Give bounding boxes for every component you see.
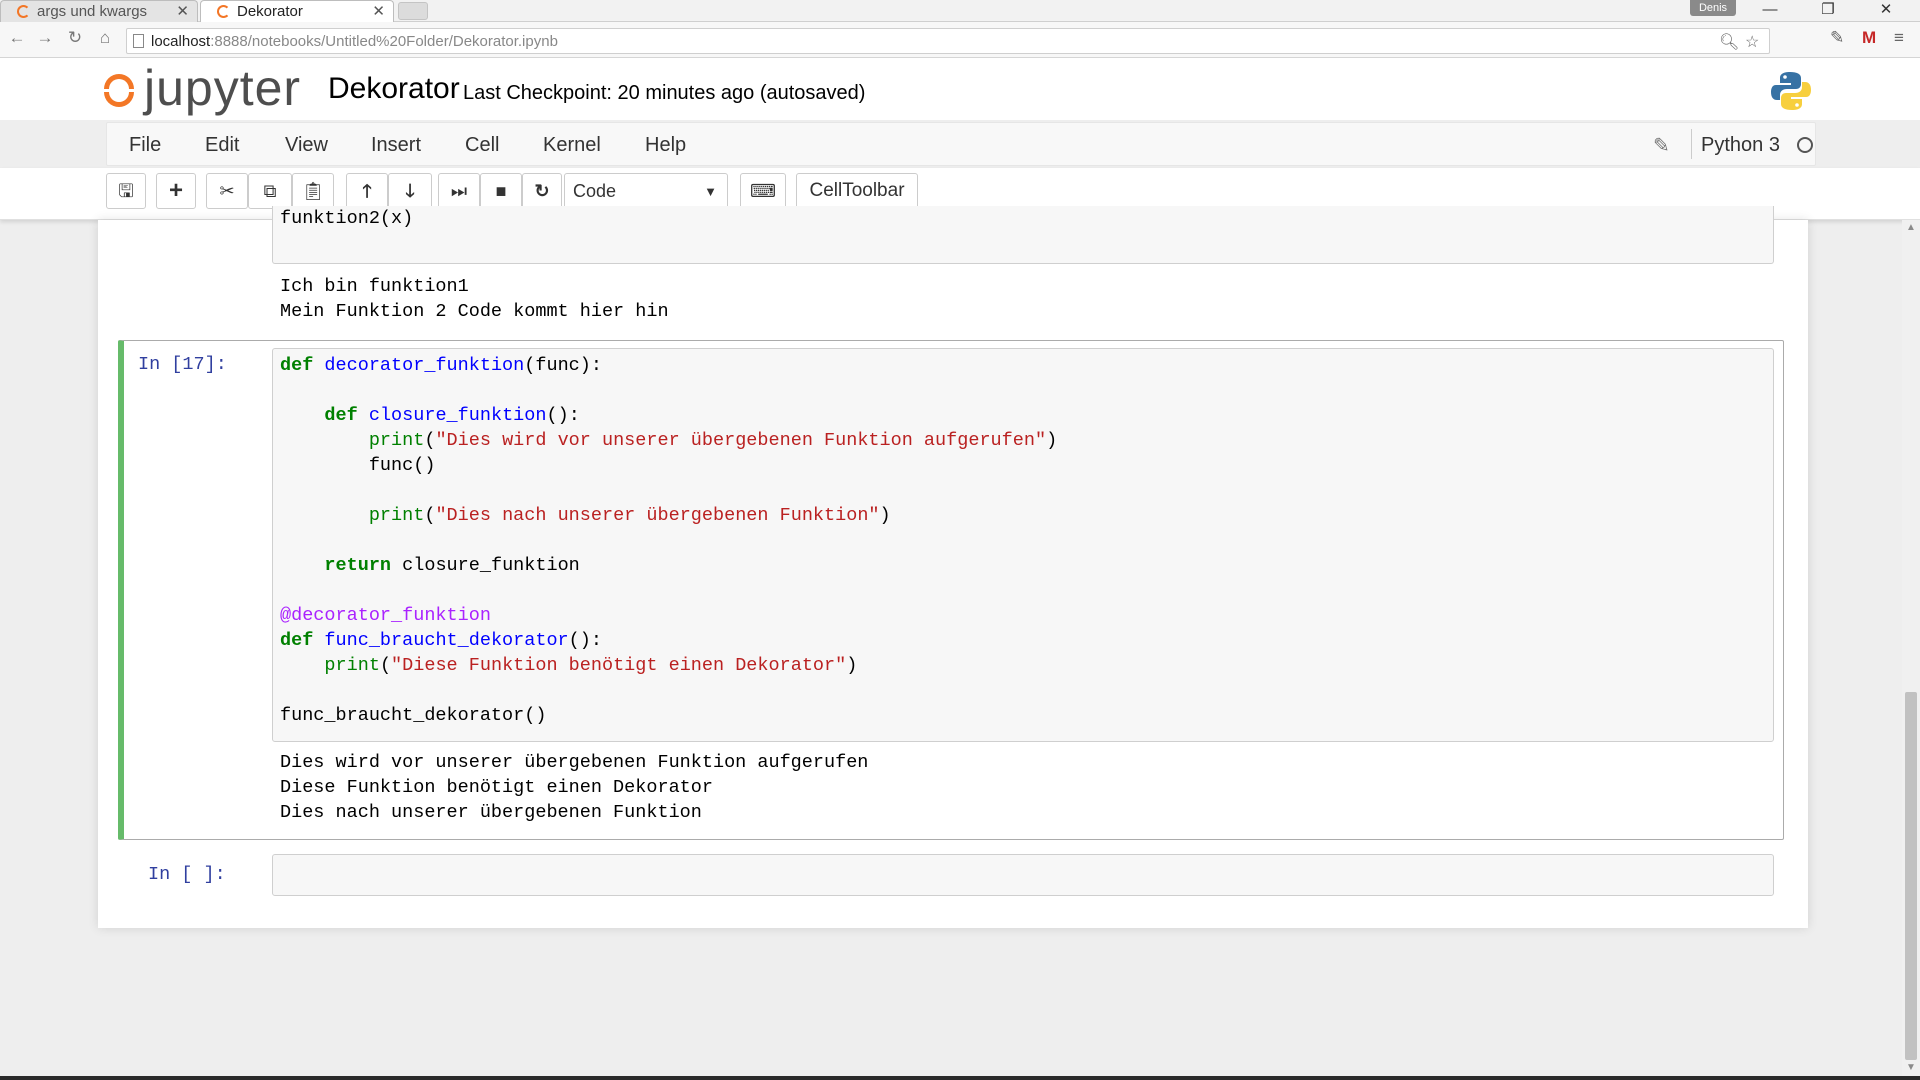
input-prompt: In [17]:	[138, 354, 227, 375]
previous-cell-output: Ich bin funktion1 Mein Funktion 2 Code k…	[280, 274, 669, 324]
jupyter-favicon-icon	[217, 5, 230, 18]
close-window-button[interactable]: ✕	[1864, 0, 1908, 22]
browser-tab-dekorator[interactable]: Dekorator ✕	[200, 0, 394, 22]
notebook-name[interactable]: Dekorator	[328, 72, 460, 106]
scissors-icon: ✂	[219, 181, 235, 201]
notebook-container: funktion2(x) Ich bin funktion1 Mein Funk…	[98, 206, 1808, 928]
move-down-button[interactable]: 🡓	[388, 173, 432, 209]
cell-type-value: Code	[573, 181, 617, 201]
browser-tabstrip: args und kwargs ✕ Dekorator ✕ Denis — ❐ …	[0, 0, 1920, 22]
menu-edit[interactable]: Edit	[205, 134, 239, 157]
scroll-up-arrow-icon[interactable]: ▲	[1906, 222, 1916, 233]
page-scrollbar[interactable]: ▲ ▼	[1902, 220, 1920, 1076]
empty-cell-prompt: In [ ]:	[148, 864, 226, 885]
minimize-button[interactable]: —	[1748, 0, 1792, 22]
menu-file[interactable]: File	[129, 134, 161, 157]
zoom-icon[interactable]: 🔍︎	[1719, 32, 1739, 52]
celltoolbar-button[interactable]: CellToolbar	[796, 173, 918, 209]
tab-title: Dekorator	[237, 3, 303, 20]
kernel-idle-indicator-icon	[1797, 137, 1813, 153]
copy-button[interactable]: ⧉	[248, 173, 292, 209]
paste-button[interactable]: 📋︎	[292, 173, 334, 209]
browser-tab-args-und-kwargs[interactable]: args und kwargs ✕	[0, 0, 198, 22]
menubar-divider	[1691, 129, 1692, 159]
floppy-disk-icon: 🖫	[118, 181, 134, 201]
forward-arrow-icon[interactable]: →	[34, 28, 56, 48]
scrollbar-thumb[interactable]	[1905, 692, 1917, 1060]
keyboard-icon: ⌨	[750, 181, 776, 201]
menu-cell[interactable]: Cell	[465, 134, 499, 157]
empty-cell-input[interactable]	[272, 854, 1774, 896]
move-up-button[interactable]: 🡑	[346, 173, 388, 209]
code-input-area[interactable]: def decorator_funktion(func): def closur…	[272, 348, 1774, 742]
checkpoint-status: Last Checkpoint: 20 minutes ago (autosav…	[463, 82, 866, 104]
cell-output-area: Dies wird vor unserer übergebenen Funkti…	[280, 750, 868, 825]
extension-icon[interactable]: ✎	[1830, 28, 1844, 48]
stop-icon: ■	[495, 181, 507, 201]
output-line: Diese Funktion benötigt einen Dekorator	[280, 777, 713, 798]
home-icon[interactable]: ⌂	[94, 28, 116, 48]
cell-type-select[interactable]: Code ▼	[564, 173, 728, 209]
kernel-name: Python 3	[1701, 134, 1780, 156]
interrupt-button[interactable]: ■	[480, 173, 522, 209]
reload-icon[interactable]: ↻	[64, 28, 86, 48]
previous-cell-input[interactable]: funktion2(x)	[272, 206, 1774, 264]
tab-title: args und kwargs	[37, 3, 148, 20]
jupyter-header: jupyter Dekorator Last Checkpoint: 20 mi…	[0, 58, 1920, 120]
dropdown-caret-icon: ▼	[704, 184, 717, 199]
restart-button[interactable]: ↻	[522, 173, 562, 209]
output-line: Ich bin funktion1	[280, 276, 469, 297]
plus-icon: +	[168, 177, 183, 204]
jupyter-menubar: File Edit View Insert Cell Kernel Help ✎…	[106, 122, 1816, 166]
taskbar-edge	[0, 1076, 1920, 1080]
browser-addressbar: ← → ↻ ⌂ localhost:8888/notebooks/Untitle…	[0, 22, 1920, 58]
jupyter-favicon-icon	[17, 5, 30, 18]
output-line: Dies nach unserer übergebenen Funktion	[280, 802, 702, 823]
code-editor: def decorator_funktion(func): def closur…	[280, 355, 1058, 726]
cut-button[interactable]: ✂	[206, 173, 248, 209]
restore-button[interactable]: ❐	[1806, 0, 1850, 22]
insert-cell-button[interactable]: +	[156, 173, 196, 209]
refresh-icon: ↻	[534, 181, 550, 201]
new-tab-button[interactable]	[398, 2, 428, 20]
command-palette-button[interactable]: ⌨	[740, 173, 786, 209]
back-arrow-icon[interactable]: ←	[6, 28, 28, 48]
arrow-down-icon: 🡓	[405, 181, 415, 201]
bookmark-star-icon[interactable]: ☆	[1745, 32, 1759, 52]
gmail-icon[interactable]: M	[1862, 28, 1876, 48]
url-field[interactable]: localhost:8888/notebooks/Untitled%20Fold…	[126, 28, 1770, 54]
menu-view[interactable]: View	[285, 134, 328, 157]
edit-mode-pencil-icon: ✎	[1653, 135, 1670, 157]
jupyter-logo-text: jupyter	[144, 60, 302, 116]
tab-close-icon[interactable]: ✕	[372, 2, 385, 20]
url-text: localhost:8888/notebooks/Untitled%20Fold…	[151, 33, 558, 50]
python-logo-icon	[1771, 72, 1811, 110]
browser-menu-icon[interactable]: ≡	[1894, 28, 1904, 48]
menu-insert[interactable]: Insert	[371, 134, 421, 157]
page-icon	[133, 34, 144, 48]
copy-icon: ⧉	[263, 181, 277, 201]
code-line: funktion2(x)	[280, 208, 414, 229]
run-button[interactable]: ⏭	[438, 173, 480, 209]
profile-badge[interactable]: Denis	[1690, 0, 1736, 16]
output-line: Mein Funktion 2 Code kommt hier hin	[280, 301, 669, 322]
save-button[interactable]: 🖫	[106, 173, 146, 209]
arrow-up-icon: 🡑	[362, 181, 372, 201]
output-line: Dies wird vor unserer übergebenen Funkti…	[280, 752, 869, 773]
paste-icon: 📋︎	[301, 181, 325, 201]
jupyter-logo-icon	[104, 74, 134, 107]
menu-help[interactable]: Help	[645, 134, 686, 157]
tab-close-icon[interactable]: ✕	[176, 2, 189, 20]
step-forward-icon: ⏭	[450, 181, 468, 201]
scroll-down-arrow-icon[interactable]: ▼	[1906, 1062, 1916, 1073]
menu-kernel[interactable]: Kernel	[543, 134, 601, 157]
